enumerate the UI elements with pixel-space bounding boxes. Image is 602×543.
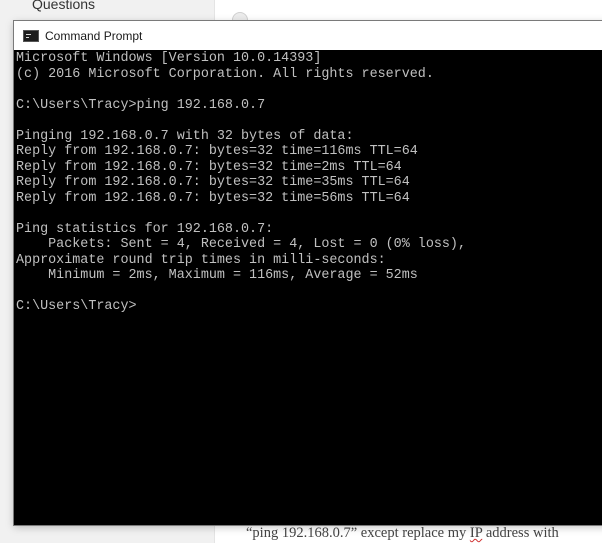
article-text: “ping 192.168.0.7” except replace my IP …	[246, 525, 559, 542]
console-line: Pinging 192.168.0.7 with 32 bytes of dat…	[16, 128, 354, 144]
window-title: Command Prompt	[45, 28, 143, 43]
console-output[interactable]: Microsoft Windows [Version 10.0.14393] (c…	[16, 51, 466, 315]
command-prompt-window[interactable]: Command Prompt Microsoft Windows [Versio…	[14, 21, 602, 525]
console-line: C:\Users\Tracy>	[16, 299, 137, 314]
sidebar-link-questions[interactable]: Questions	[32, 0, 95, 12]
console-line: Microsoft Windows [Version 10.0.14393]	[16, 51, 322, 66]
window-titlebar[interactable]: Command Prompt	[14, 21, 602, 50]
console-line: Reply from 192.168.0.7: bytes=32 time=35…	[16, 175, 410, 190]
article-text-misspelled: IP	[469, 525, 483, 541]
console-line: Packets: Sent = 4, Received = 4, Lost = …	[16, 237, 466, 252]
article-text-before: “ping 192.168.0.7” except replace my	[246, 525, 470, 541]
console-line: Approximate round trip times in milli-se…	[16, 252, 386, 268]
article-text-after: address with	[482, 525, 559, 541]
console-line: Reply from 192.168.0.7: bytes=32 time=11…	[16, 144, 418, 159]
console-line: Ping statistics for 192.168.0.7:	[16, 221, 274, 237]
console-line: C:\Users\Tracy>ping 192.168.0.7	[16, 97, 266, 113]
cmd-window-icon[interactable]	[23, 29, 39, 42]
console-line: Reply from 192.168.0.7: bytes=32 time=56…	[16, 190, 410, 206]
console-line: Minimum = 2ms, Maximum = 116ms, Average …	[16, 268, 418, 283]
console-line: (c) 2016 Microsoft Corporation. All righ…	[16, 66, 434, 82]
console-line: Reply from 192.168.0.7: bytes=32 time=2m…	[16, 159, 402, 175]
